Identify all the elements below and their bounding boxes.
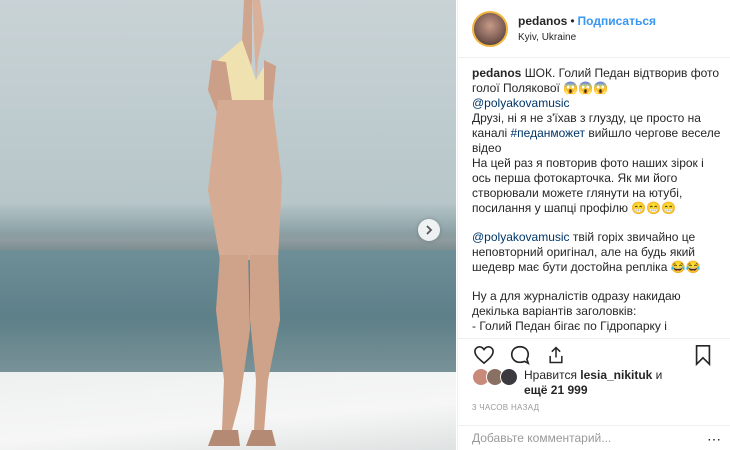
liker-avatar	[500, 368, 518, 386]
caption-area: pedanos ШОК. Голий Педан відтворив фото …	[472, 66, 722, 338]
caption-username[interactable]: pedanos	[472, 66, 521, 80]
comment-button[interactable]	[508, 343, 532, 367]
post-side-panel: pedanos • Подписаться Kyiv, Ukraine pedano…	[457, 0, 730, 450]
header-username[interactable]: pedanos	[518, 14, 567, 28]
location-link[interactable]: Kyiv, Ukraine	[518, 32, 656, 43]
chevron-right-icon	[426, 225, 433, 235]
heart-icon	[474, 345, 494, 364]
liker-avatars	[472, 368, 520, 388]
post-header: pedanos • Подписаться Kyiv, Ukraine	[458, 0, 730, 58]
caption-p5: Ну а для журналістів одразу накидаю декі…	[472, 289, 681, 318]
likes-prefix: Нравится	[524, 368, 581, 382]
comment-input[interactable]: Добавьте комментарий... ⋯	[458, 425, 730, 450]
action-bar	[458, 338, 730, 370]
hashtag-link[interactable]: #педанможет	[511, 126, 585, 140]
avatar[interactable]	[472, 10, 508, 47]
likes-count[interactable]: ещё 21 999	[524, 383, 588, 397]
save-button[interactable]	[691, 343, 715, 367]
caption-p3: На цей раз я повторив фото наших зірок і…	[472, 156, 704, 215]
post-timestamp[interactable]: 3 ЧАСОВ НАЗАД	[472, 403, 539, 412]
carousel-next-button[interactable]	[418, 219, 440, 241]
mention-link-2[interactable]: @polyakovamusic	[472, 230, 570, 244]
more-options-icon[interactable]: ⋯	[707, 431, 721, 448]
top-liker-link[interactable]: lesia_nikituk	[580, 368, 652, 382]
likes-mid: и	[652, 368, 663, 382]
post-photo[interactable]	[0, 0, 456, 450]
like-button[interactable]	[472, 343, 496, 367]
comment-placeholder: Добавьте комментарий...	[472, 431, 612, 445]
follow-button[interactable]: Подписаться	[578, 14, 656, 28]
likes-summary[interactable]: Нравится lesia_nikituk и ещё 21 999	[472, 368, 727, 398]
caption-p6: - Голий Педан бігає по Гідропарку і	[472, 319, 667, 333]
bookmark-icon	[695, 345, 711, 366]
share-button[interactable]	[544, 343, 568, 367]
mention-link[interactable]: @polyakovamusic	[472, 96, 570, 110]
share-icon	[549, 345, 563, 363]
photo-figure	[208, 0, 282, 446]
header-separator: •	[570, 14, 575, 28]
comment-icon	[510, 345, 530, 365]
